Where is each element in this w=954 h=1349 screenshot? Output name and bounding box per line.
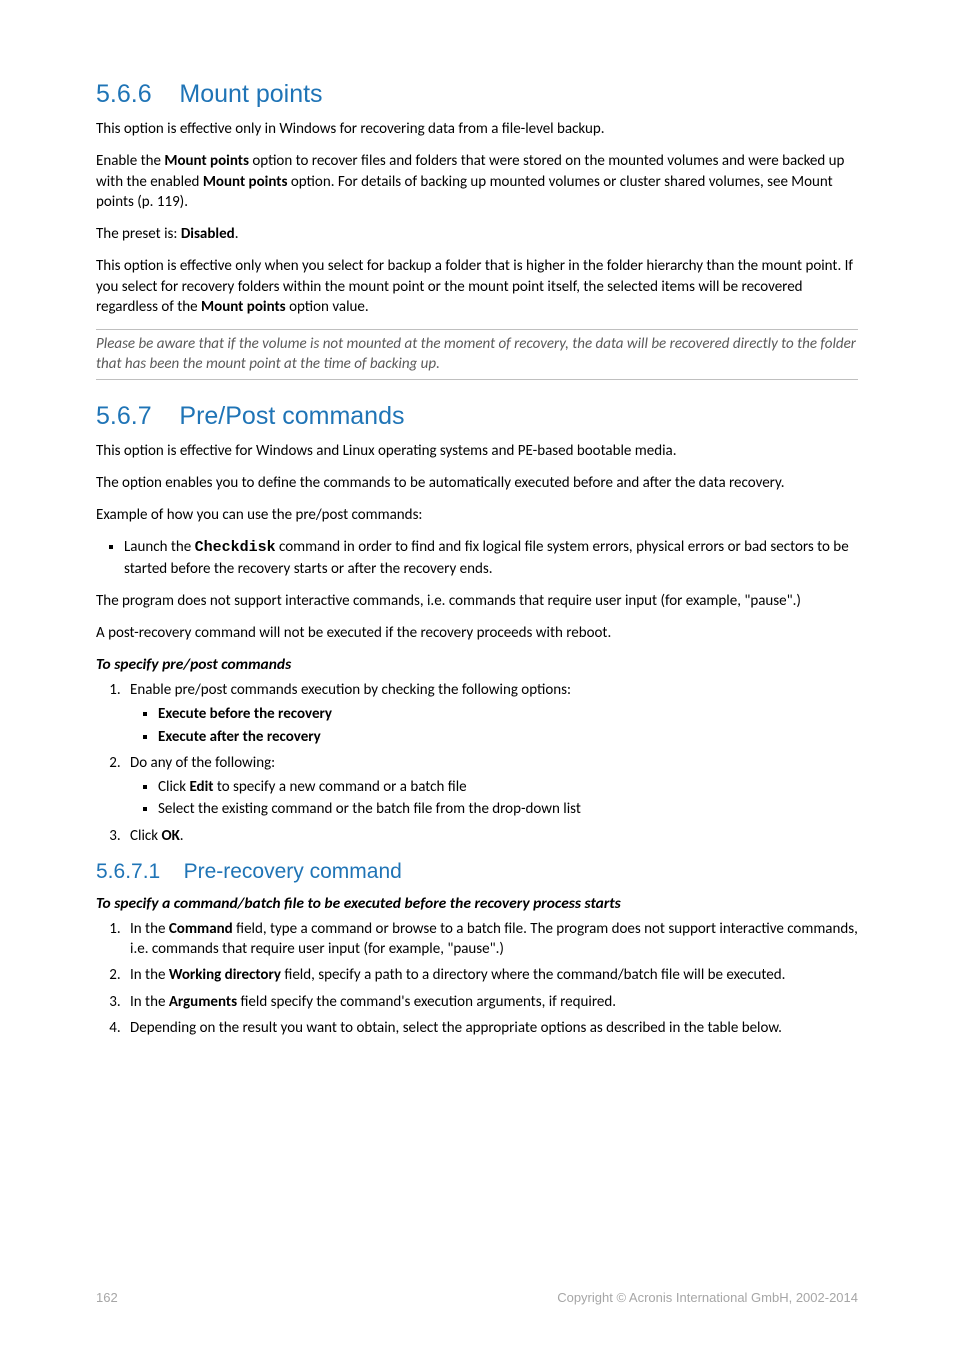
text-bold: Disabled: [181, 225, 235, 243]
text-bold: Arguments: [169, 993, 237, 1011]
subheading: To specify a command/batch file to be ex…: [96, 894, 858, 915]
list-item: Click Edit to specify a new command or a…: [158, 777, 858, 797]
heading-number: 5.6.7: [96, 402, 152, 430]
subheading: To specify pre/post commands: [96, 655, 858, 676]
paragraph: Example of how you can use the pre/post …: [96, 505, 858, 525]
heading-text: Mount points: [179, 80, 322, 108]
heading-5-6-6: 5.6.6 Mount points: [96, 80, 858, 109]
page-number: 162: [96, 1290, 118, 1305]
page-footer: 162 Copyright © Acronis International Gm…: [96, 1290, 858, 1305]
text-bold: Edit: [189, 778, 213, 796]
heading-text: Pre-recovery command: [184, 860, 402, 883]
text-monospace-bold: Checkdisk: [195, 539, 276, 556]
text-bold: Mount points: [203, 173, 288, 191]
text: In the: [130, 920, 169, 938]
paragraph: The preset is: Disabled.: [96, 224, 858, 244]
text-bold: Working directory: [169, 966, 281, 984]
paragraph: A post-recovery command will not be exec…: [96, 623, 858, 643]
text: field specify the command's execution ar…: [237, 993, 616, 1011]
text: option value.: [286, 298, 369, 316]
paragraph: The option enables you to define the com…: [96, 473, 858, 493]
text-bold: Execute before the recovery: [158, 705, 332, 723]
text: Launch the: [124, 538, 195, 556]
text: Do any of the following:: [130, 754, 275, 772]
paragraph: This option is effective only when you s…: [96, 256, 858, 317]
list-item: Execute after the recovery: [158, 727, 858, 747]
list-item: In the Arguments field specify the comma…: [124, 992, 858, 1012]
heading-number: 5.6.7.1: [96, 860, 160, 883]
text-bold: Execute after the recovery: [158, 728, 321, 746]
list-item: Select the existing command or the batch…: [158, 799, 858, 819]
list-item: Depending on the result you want to obta…: [124, 1018, 858, 1038]
text: field, type a command or browse to a bat…: [130, 920, 858, 958]
text: Click: [158, 778, 189, 796]
numbered-list: In the Command field, type a command or …: [96, 919, 858, 1038]
text: Click: [130, 827, 161, 845]
heading-text: Pre/Post commands: [179, 402, 404, 430]
heading-5-6-7: 5.6.7 Pre/Post commands: [96, 402, 858, 431]
heading-5-6-7-1: 5.6.7.1 Pre-recovery command: [96, 860, 858, 884]
heading-number: 5.6.6: [96, 80, 152, 108]
list-item: In the Command field, type a command or …: [124, 919, 858, 960]
text-bold: Command: [169, 920, 233, 938]
text: field, specify a path to a directory whe…: [281, 966, 785, 984]
note-paragraph: Please be aware that if the volume is no…: [96, 329, 858, 380]
copyright: Copyright © Acronis International GmbH, …: [557, 1290, 858, 1305]
text: .: [235, 225, 239, 243]
text: Enable the: [96, 152, 164, 170]
numbered-list: Enable pre/post commands execution by ch…: [96, 680, 858, 846]
text-bold: OK: [161, 827, 179, 845]
bullet-list: Launch the Checkdisk command in order to…: [96, 537, 858, 579]
list-item: Enable pre/post commands execution by ch…: [124, 680, 858, 747]
list-item: Click OK.: [124, 826, 858, 846]
text: .: [180, 827, 184, 845]
text: In the: [130, 993, 169, 1011]
bullet-list: Execute before the recovery Execute afte…: [130, 704, 858, 747]
text: In the: [130, 966, 169, 984]
text-bold: Mount points: [201, 298, 286, 316]
list-item: Execute before the recovery: [158, 704, 858, 724]
text: Enable pre/post commands execution by ch…: [130, 681, 571, 699]
text: to specify a new command or a batch file: [213, 778, 466, 796]
paragraph: Enable the Mount points option to recove…: [96, 151, 858, 212]
list-item: Launch the Checkdisk command in order to…: [124, 537, 858, 579]
paragraph: The program does not support interactive…: [96, 591, 858, 611]
text-bold: Mount points: [164, 152, 249, 170]
bullet-list: Click Edit to specify a new command or a…: [130, 777, 858, 820]
text: The preset is:: [96, 225, 181, 243]
list-item: Do any of the following: Click Edit to s…: [124, 753, 858, 820]
list-item: In the Working directory field, specify …: [124, 965, 858, 985]
paragraph: This option is effective only in Windows…: [96, 119, 858, 139]
paragraph: This option is effective for Windows and…: [96, 441, 858, 461]
